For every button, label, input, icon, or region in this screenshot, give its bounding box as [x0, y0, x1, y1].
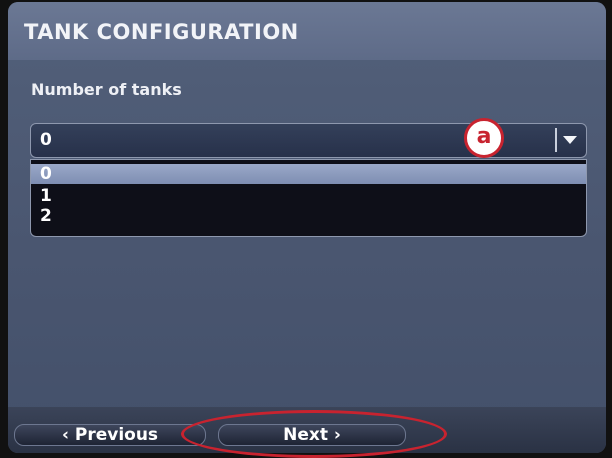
highlight-ellipse [181, 410, 447, 458]
dropdown-separator [555, 128, 557, 152]
dropdown-option-1[interactable]: 1 [31, 186, 586, 206]
dropdown-options-list: 0 1 2 [30, 159, 587, 237]
dropdown-current-value: 0 [40, 130, 52, 150]
page-title: TANK CONFIGURATION [24, 20, 299, 44]
callout-marker: a [464, 118, 504, 158]
option-label: 0 [40, 164, 52, 184]
device-screen: TANK CONFIGURATION Number of tanks 0 0 1… [8, 2, 606, 453]
dropdown-option-2[interactable]: 2 [31, 206, 586, 226]
number-of-tanks-label: Number of tanks [31, 80, 182, 99]
option-label: 1 [40, 186, 52, 206]
previous-button[interactable]: ‹ Previous [14, 424, 206, 446]
chevron-down-icon[interactable] [563, 136, 577, 144]
dropdown-option-0[interactable]: 0 [31, 164, 586, 184]
title-bar: TANK CONFIGURATION [8, 2, 606, 60]
option-label: 2 [40, 206, 52, 226]
